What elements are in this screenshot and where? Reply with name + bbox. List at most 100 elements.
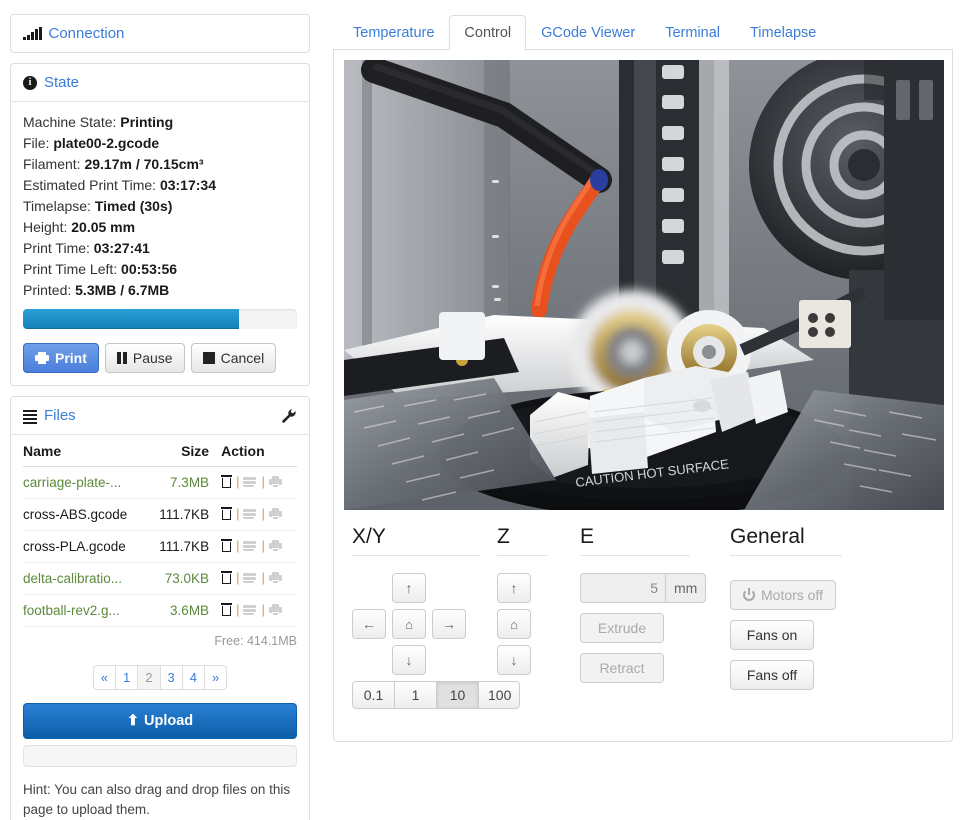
- file-name[interactable]: cross-PLA.gcode: [23, 530, 149, 563]
- file-size: 111.7KB: [148, 498, 210, 531]
- tab-gcode-viewer[interactable]: GCode Viewer: [526, 15, 650, 50]
- tab-control[interactable]: Control: [449, 15, 527, 50]
- home-xy-button[interactable]: ⌂: [392, 609, 426, 639]
- tab-label: Terminal: [665, 25, 720, 41]
- load-file-icon[interactable]: [243, 604, 257, 615]
- print-file-icon[interactable]: [268, 475, 282, 488]
- main-content: Temperature Control GCode Viewer Terminal Ti…: [333, 14, 953, 742]
- upload-file-input[interactable]: [23, 745, 297, 767]
- state-value: plate00-2.gcode: [53, 135, 160, 151]
- delete-file-icon[interactable]: [221, 507, 233, 520]
- pagination-page-4[interactable]: 4: [181, 665, 204, 690]
- extruder-control-group: E mm Extrude Retract: [580, 524, 730, 709]
- upload-button-label: Upload: [144, 713, 194, 729]
- state-panel-header[interactable]: i State: [11, 64, 309, 102]
- print-file-icon[interactable]: [268, 603, 282, 616]
- print-file-icon[interactable]: [268, 539, 282, 552]
- pagination-page-1[interactable]: 1: [115, 665, 138, 690]
- z-section-title: Z: [497, 525, 510, 548]
- step-size-10[interactable]: 10: [436, 681, 478, 709]
- file-name[interactable]: football-rev2.g...: [23, 594, 149, 627]
- retract-button[interactable]: Retract: [580, 653, 664, 683]
- state-label: Print Time:: [23, 240, 90, 256]
- action-separator: |: [236, 538, 240, 553]
- table-row[interactable]: delta-calibratio... 73.0KB | |: [23, 562, 297, 595]
- fans-off-button[interactable]: Fans off: [730, 660, 814, 690]
- state-row-file: File: plate00-2.gcode: [23, 133, 297, 154]
- file-name[interactable]: cross-ABS.gcode: [23, 498, 149, 531]
- free-space-label: Free: 414.1MB: [214, 634, 297, 648]
- home-z-button[interactable]: ⌂: [497, 609, 531, 639]
- cancel-button-label: Cancel: [220, 350, 265, 366]
- arrow-down-icon: ↓: [405, 652, 413, 668]
- table-row[interactable]: carriage-plate-... 7.3MB | |: [23, 466, 297, 499]
- webcam-image: CAUTION HOT SURFACE: [344, 60, 944, 510]
- action-separator: |: [236, 570, 240, 585]
- extrusion-amount-input[interactable]: [580, 573, 665, 603]
- xy-control-group: X/Y ↑ ← ⌂ → ↓ 0.1 1 10 100: [352, 524, 520, 709]
- state-row-timelapse: Timelapse: Timed (30s): [23, 196, 297, 217]
- state-panel-title: State: [44, 74, 80, 91]
- print-file-icon[interactable]: [268, 507, 282, 520]
- print-button[interactable]: Print: [23, 343, 99, 373]
- tab-temperature[interactable]: Temperature: [338, 15, 449, 50]
- jog-z-up-button[interactable]: ↑: [497, 573, 531, 603]
- fans-on-button[interactable]: Fans on: [730, 620, 814, 650]
- step-size-0-1[interactable]: 0.1: [352, 681, 394, 709]
- section-divider: [352, 555, 480, 556]
- table-row[interactable]: football-rev2.g... 3.6MB | |: [23, 594, 297, 627]
- table-row[interactable]: cross-PLA.gcode 111.7KB | |: [23, 530, 297, 563]
- fans-on-label: Fans on: [746, 627, 798, 643]
- action-separator: |: [236, 602, 240, 617]
- pagination-prev[interactable]: «: [92, 665, 116, 690]
- action-separator: |: [261, 474, 265, 489]
- file-name[interactable]: carriage-plate-...: [23, 466, 149, 499]
- delete-file-icon[interactable]: [221, 603, 233, 616]
- print-file-icon[interactable]: [268, 571, 282, 584]
- jog-x-right-button[interactable]: →: [432, 609, 466, 639]
- pause-button[interactable]: Pause: [104, 343, 185, 373]
- delete-file-icon[interactable]: [221, 475, 233, 488]
- file-actions: | |: [209, 530, 297, 563]
- jog-y-up-button[interactable]: ↑: [392, 573, 426, 603]
- load-file-icon[interactable]: [243, 572, 257, 583]
- signal-icon: [23, 27, 42, 40]
- delete-file-icon[interactable]: [221, 539, 233, 552]
- upload-button[interactable]: ⬆ Upload: [23, 703, 297, 739]
- load-file-icon[interactable]: [243, 476, 257, 487]
- delete-file-icon[interactable]: [221, 571, 233, 584]
- file-name[interactable]: delta-calibratio...: [23, 562, 149, 595]
- webcam-stream: CAUTION HOT SURFACE: [344, 60, 944, 510]
- cancel-button[interactable]: Cancel: [190, 343, 277, 373]
- control-tab-pane: CAUTION HOT SURFACE X/Y ↑ ← ⌂ → ↓ 0.1 1 …: [333, 50, 953, 742]
- wrench-icon[interactable]: [281, 408, 297, 424]
- extrude-button[interactable]: Extrude: [580, 613, 664, 643]
- action-separator: |: [261, 602, 265, 617]
- home-icon: ⌂: [510, 616, 518, 632]
- jog-x-left-button[interactable]: ←: [352, 609, 386, 639]
- tab-timelapse[interactable]: Timelapse: [735, 15, 831, 50]
- extrusion-unit-addon: mm: [665, 573, 707, 603]
- app-root: Connection i State Machine State: Printi…: [0, 0, 967, 820]
- state-label: Machine State:: [23, 114, 117, 130]
- state-value: 5.3MB / 6.7MB: [75, 282, 170, 298]
- state-row-print-time-left: Print Time Left: 00:53:56: [23, 259, 297, 280]
- pagination-next[interactable]: »: [203, 665, 228, 690]
- load-file-icon[interactable]: [243, 540, 257, 551]
- file-actions: | |: [209, 594, 297, 627]
- tab-terminal[interactable]: Terminal: [650, 15, 735, 50]
- files-panel-header[interactable]: Files: [11, 397, 309, 435]
- table-row[interactable]: cross-ABS.gcode 111.7KB | |: [23, 498, 297, 531]
- jog-z-down-button[interactable]: ↓: [497, 645, 531, 675]
- pause-icon: [116, 352, 127, 364]
- motors-off-button[interactable]: Motors off: [730, 580, 836, 610]
- state-label: Timelapse:: [23, 198, 91, 214]
- pagination-page-3[interactable]: 3: [159, 665, 182, 690]
- step-size-1[interactable]: 1: [394, 681, 436, 709]
- connection-panel-header[interactable]: Connection: [11, 15, 309, 52]
- jog-y-down-button[interactable]: ↓: [392, 645, 426, 675]
- step-size-selector: 0.1 1 10 100: [352, 681, 520, 709]
- state-value: 29.17m / 70.15cm³: [84, 156, 204, 172]
- general-section-title: General: [730, 525, 805, 548]
- load-file-icon[interactable]: [243, 508, 257, 519]
